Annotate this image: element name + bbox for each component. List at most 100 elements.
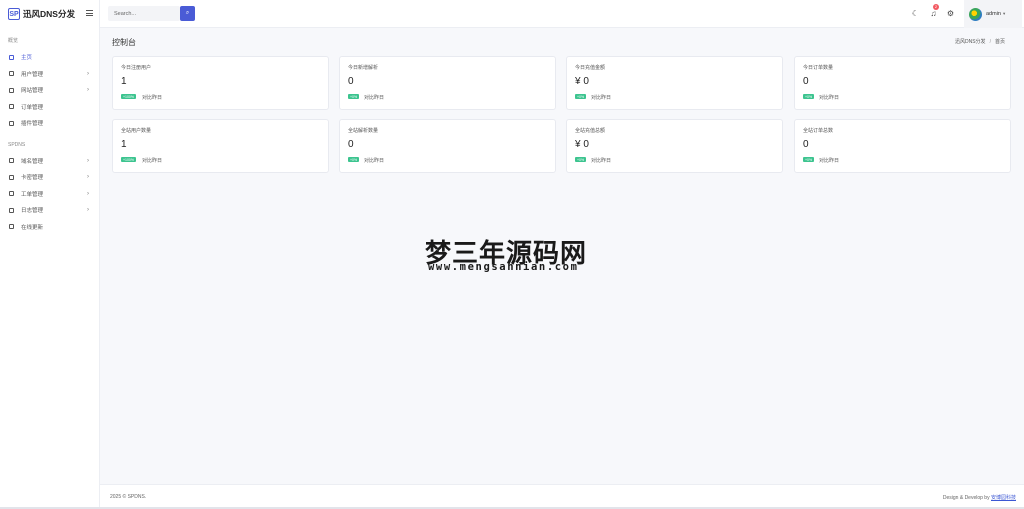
stat-label: 今日新增解析 bbox=[348, 65, 379, 71]
sidebar-item-label: 用户管理 bbox=[21, 71, 44, 78]
stat-value: 0 bbox=[348, 139, 354, 150]
stat-card: 今日新增解析 0 +0% 对比昨日 bbox=[339, 56, 556, 110]
sidebar-item-tickets[interactable]: 工单管理 › bbox=[0, 186, 99, 203]
compare-text: 对比昨日 bbox=[142, 158, 163, 164]
compare-text: 对比昨日 bbox=[142, 95, 163, 101]
stat-value: ¥ 0 bbox=[575, 76, 589, 87]
stat-label: 全站充值总额 bbox=[575, 128, 606, 134]
stat-value: 0 bbox=[803, 139, 809, 150]
stat-card: 今日充值金额 ¥ 0 +0% 对比昨日 bbox=[566, 56, 783, 110]
search-icon: ⌕ bbox=[185, 10, 190, 16]
chevron-down-icon: ▾ bbox=[1002, 11, 1006, 16]
chevron-right-icon: › bbox=[87, 157, 89, 164]
gear-icon[interactable]: ⚙ bbox=[946, 9, 955, 18]
sidebar-item-label: 网站管理 bbox=[21, 88, 44, 95]
page-title: 控制台 bbox=[112, 38, 136, 47]
change-badge: +0% bbox=[348, 94, 360, 99]
compare-text: 对比昨日 bbox=[819, 95, 840, 101]
breadcrumb-item[interactable]: 迅风DNS分发 bbox=[955, 39, 986, 45]
stat-card: 全站用户数量 1 +100% 对比昨日 bbox=[112, 119, 329, 173]
stat-value: ¥ 0 bbox=[575, 139, 589, 150]
stat-card: 今日订单数量 0 +0% 对比昨日 bbox=[794, 56, 1011, 110]
sidebar: SP 迅风DNS分发 概览 主页 用户管理 › 网站管理 › 订单管理 插件管理… bbox=[0, 0, 100, 509]
stat-value: 0 bbox=[803, 76, 809, 87]
cloud-icon bbox=[9, 224, 14, 230]
sidebar-item-logs[interactable]: 日志管理 › bbox=[0, 202, 99, 219]
sidebar-item-label: 域名管理 bbox=[21, 158, 44, 165]
site-icon bbox=[9, 87, 14, 93]
stat-card: 全站充值总额 ¥ 0 +0% 对比昨日 bbox=[566, 119, 783, 173]
sidebar-item-label: 日志管理 bbox=[21, 208, 44, 215]
compare-text: 对比昨日 bbox=[364, 158, 385, 164]
watermark-url: www.mengsannian.com bbox=[428, 261, 579, 273]
stat-label: 全站解析数量 bbox=[348, 128, 379, 134]
sidebar-item-plugins[interactable]: 插件管理 bbox=[0, 115, 99, 132]
stat-label: 今日充值金额 bbox=[575, 65, 606, 71]
app-title: 迅风DNS分发 bbox=[23, 9, 75, 19]
logo-mark: SP bbox=[8, 8, 20, 20]
credit-text: Design & Develop by 安博园科技 bbox=[943, 494, 1016, 501]
stat-value: 1 bbox=[121, 139, 127, 150]
compare-text: 对比昨日 bbox=[819, 158, 840, 164]
change-badge: +0% bbox=[803, 157, 815, 162]
notification-bell-icon[interactable]: ♫ bbox=[929, 9, 938, 18]
sidebar-item-label: 在线更新 bbox=[21, 224, 44, 231]
user-menu[interactable]: admin ▾ bbox=[964, 0, 1022, 28]
stat-card: 全站订单总数 0 +0% 对比昨日 bbox=[794, 119, 1011, 173]
sidebar-item-cards[interactable]: 卡密管理 › bbox=[0, 169, 99, 186]
chevron-right-icon: › bbox=[87, 207, 89, 214]
grid-icon bbox=[9, 191, 14, 197]
compare-text: 对比昨日 bbox=[591, 95, 612, 101]
breadcrumb: 迅风DNS分发 / 首页 bbox=[955, 39, 1005, 45]
dark-mode-icon[interactable]: ☾ bbox=[911, 9, 920, 18]
sidebar-item-label: 插件管理 bbox=[21, 121, 44, 128]
stat-label: 全站订单总数 bbox=[803, 128, 834, 134]
stat-value: 1 bbox=[121, 76, 127, 87]
change-badge: +0% bbox=[575, 94, 587, 99]
compare-text: 对比昨日 bbox=[364, 95, 385, 101]
stat-card: 今日注册用户 1 +100% 对比昨日 bbox=[112, 56, 329, 110]
credit-label: Design & Develop by bbox=[942, 495, 990, 501]
sidebar-item-sites[interactable]: 网站管理 › bbox=[0, 82, 99, 99]
username: admin bbox=[986, 11, 1001, 17]
footer: 2025 © SPDNS. Design & Develop by 安博园科技 bbox=[100, 484, 1024, 509]
card-icon bbox=[9, 174, 14, 180]
stat-value: 0 bbox=[348, 76, 354, 87]
sidebar-item-label: 订单管理 bbox=[21, 104, 44, 111]
search-button[interactable]: ⌕ bbox=[180, 6, 195, 21]
sidebar-section-title: 概览 bbox=[8, 38, 19, 44]
chevron-right-icon: › bbox=[87, 190, 89, 197]
stat-label: 今日订单数量 bbox=[803, 65, 834, 71]
change-badge: +0% bbox=[348, 157, 360, 162]
menu-toggle-icon[interactable] bbox=[86, 10, 93, 16]
users-icon bbox=[9, 71, 14, 77]
home-icon bbox=[9, 54, 14, 60]
chevron-right-icon: › bbox=[87, 70, 89, 77]
brand-logo[interactable]: SP 迅风DNS分发 bbox=[0, 0, 99, 28]
sidebar-item-users[interactable]: 用户管理 › bbox=[0, 66, 99, 83]
credit-link[interactable]: 安博园科技 bbox=[991, 495, 1016, 501]
change-badge: +100% bbox=[121, 157, 136, 162]
change-badge: +0% bbox=[803, 94, 815, 99]
sidebar-item-label: 工单管理 bbox=[21, 191, 44, 198]
stat-label: 今日注册用户 bbox=[121, 65, 152, 71]
sidebar-item-label: 主页 bbox=[21, 55, 33, 62]
stat-label: 全站用户数量 bbox=[121, 128, 152, 134]
compare-text: 对比昨日 bbox=[591, 158, 612, 164]
change-badge: +100% bbox=[121, 94, 136, 99]
folder-icon bbox=[9, 120, 14, 126]
gear-icon bbox=[9, 158, 14, 164]
stat-card: 全站解析数量 0 +0% 对比昨日 bbox=[339, 119, 556, 173]
notification-badge: 2 bbox=[933, 4, 939, 10]
log-icon bbox=[9, 207, 14, 213]
sidebar-item-orders[interactable]: 订单管理 bbox=[0, 99, 99, 116]
sidebar-item-label: 卡密管理 bbox=[21, 175, 44, 182]
sidebar-item-home[interactable]: 主页 bbox=[0, 49, 99, 66]
search-input[interactable] bbox=[108, 6, 180, 21]
order-icon bbox=[9, 104, 14, 110]
chevron-right-icon: › bbox=[87, 174, 89, 181]
sidebar-item-domains[interactable]: 域名管理 › bbox=[0, 153, 99, 170]
top-bar: ⌕ ☾ ♫ 2 ⚙ admin ▾ bbox=[100, 0, 1024, 28]
sidebar-item-update[interactable]: 在线更新 bbox=[0, 219, 99, 236]
copyright-text: 2025 © SPDNS. bbox=[110, 494, 147, 500]
